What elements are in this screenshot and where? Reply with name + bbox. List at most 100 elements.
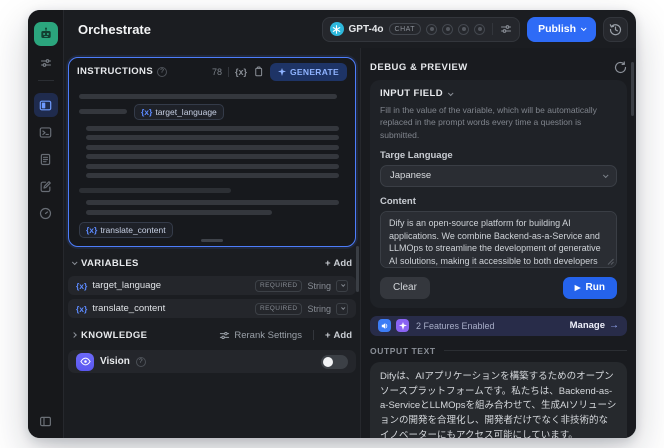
run-label: Run <box>585 282 605 294</box>
nav-monitoring-icon[interactable] <box>34 201 58 225</box>
add-label: Add <box>333 257 352 269</box>
vision-feature-row: Vision ? <box>68 350 356 373</box>
redacted-text-line <box>86 173 339 178</box>
prompt-editor[interactable]: {x} target_language {x} translate_conten… <box>69 85 355 246</box>
vision-eye-icon <box>76 352 94 371</box>
redacted-text-line <box>79 109 127 114</box>
variable-icon: {x} <box>86 224 98 235</box>
required-badge: REQUIRED <box>254 302 303 315</box>
variable-row-translate-content[interactable]: {x} translate_content REQUIRED String <box>68 299 356 318</box>
collapse-sidebar-icon[interactable] <box>39 415 52 428</box>
debug-preview-title: DEBUG & PREVIEW <box>370 61 468 73</box>
redacted-text-line <box>86 144 339 150</box>
generate-button[interactable]: GENERATE <box>270 62 347 81</box>
model-capability-icon <box>474 23 486 35</box>
output-text-title: OUTPUT TEXT <box>370 345 436 356</box>
redacted-text-line <box>79 94 338 99</box>
help-icon[interactable]: ? <box>135 356 146 367</box>
model-selector[interactable]: GPT-4o CHAT <box>321 16 521 42</box>
app-window: Orchestrate GPT-4o CHAT Publish INSTRUCT… <box>28 10 636 438</box>
output-card: Difyは、AIアプリケーションを構築するためのオープンソースプラットフォームで… <box>370 361 627 438</box>
publish-button[interactable]: Publish <box>527 16 596 42</box>
input-field-header[interactable]: INPUT FIELD <box>380 88 617 99</box>
features-enabled-text: 2 Features Enabled <box>416 320 495 331</box>
divider <box>443 350 627 352</box>
variable-chip-translate-content[interactable]: {x} translate_content <box>79 221 173 238</box>
rail-divider <box>37 80 54 81</box>
main-area: Orchestrate GPT-4o CHAT Publish INSTRUCT… <box>64 10 636 438</box>
redacted-text-line <box>86 209 273 215</box>
text-to-speech-feature-icon <box>378 319 391 333</box>
chevron-down-icon <box>580 25 587 32</box>
publish-label: Publish <box>538 23 576 35</box>
insert-variable-icon[interactable]: {x} <box>235 67 247 77</box>
field-label-content: Content <box>380 195 416 207</box>
vision-label: Vision <box>100 356 130 367</box>
manage-features-button[interactable]: Manage → <box>570 320 619 331</box>
variable-chip-label: translate_content <box>100 224 166 235</box>
model-name: GPT-4o <box>348 23 384 35</box>
model-capability-icon <box>442 23 454 35</box>
model-capability-icon <box>458 23 470 35</box>
help-icon[interactable]: ? <box>157 66 168 77</box>
play-icon: ▶ <box>574 283 581 293</box>
clear-button[interactable]: Clear <box>380 276 430 299</box>
debug-preview-column: DEBUG & PREVIEW INPUT FIELD Fill in the … <box>360 48 636 438</box>
features-bar: 2 Features Enabled Manage → <box>370 315 627 336</box>
manage-label: Manage <box>569 320 605 332</box>
version-history-button[interactable] <box>603 16 628 42</box>
target-language-select[interactable]: Japanese <box>380 164 617 187</box>
model-params-icon[interactable] <box>500 23 512 35</box>
add-variable-button[interactable]: + Add <box>325 258 352 269</box>
app-settings-icon[interactable] <box>40 57 52 69</box>
scrollbar-thumb[interactable] <box>356 246 359 292</box>
variable-type: String <box>307 303 331 314</box>
variable-chip-target-language[interactable]: {x} target_language <box>134 103 224 120</box>
redacted-text-line <box>86 154 339 159</box>
nav-orchestrate-icon[interactable] <box>33 93 58 117</box>
nav-annotations-icon[interactable] <box>34 174 58 198</box>
variables-title: VARIABLES <box>81 257 139 269</box>
generate-label: GENERATE <box>290 66 339 77</box>
redacted-text-line <box>86 125 339 131</box>
rerank-settings-button[interactable]: Rerank Settings <box>219 330 302 341</box>
variable-icon: {x} <box>76 303 88 314</box>
char-count: 78 <box>211 66 222 77</box>
instructions-panel: INSTRUCTIONS ? 78 {x} GENERATE {x} targe… <box>68 57 356 247</box>
chevron-down-icon <box>602 172 609 179</box>
panel-resize-handle[interactable] <box>201 239 223 242</box>
variable-type-dropdown[interactable] <box>336 279 348 292</box>
variable-chip-label: target_language <box>155 106 217 117</box>
variables-section: VARIABLES + Add {x} target_language REQU… <box>68 250 356 318</box>
variable-name: translate_content <box>92 303 166 314</box>
run-button[interactable]: ▶ Run <box>562 276 617 299</box>
vision-toggle[interactable] <box>321 354 348 369</box>
required-badge: REQUIRED <box>254 279 303 292</box>
restart-icon[interactable] <box>614 60 627 74</box>
field-label-target-language: Targe Language <box>380 149 453 161</box>
variable-type-dropdown[interactable] <box>336 302 348 315</box>
copy-prompt-icon[interactable] <box>253 66 264 77</box>
rerank-label: Rerank Settings <box>234 329 302 341</box>
knowledge-title: KNOWLEDGE <box>81 329 148 341</box>
knowledge-section: KNOWLEDGE Rerank Settings + Add <box>68 322 356 348</box>
plus-icon: + <box>324 329 331 341</box>
resize-corner-icon[interactable] <box>607 258 614 265</box>
clear-label: Clear <box>393 282 417 294</box>
page-title: Orchestrate <box>78 21 151 37</box>
app-avatar-robot-icon[interactable] <box>33 22 58 46</box>
redacted-text-line <box>86 163 339 169</box>
content-textarea[interactable]: Dify is an open-source platform for buil… <box>380 210 617 268</box>
chevron-right-icon[interactable] <box>71 332 77 338</box>
add-label: Add <box>333 329 352 341</box>
chevron-down-icon[interactable] <box>71 259 78 266</box>
nav-api-access-icon[interactable] <box>34 120 58 144</box>
nav-logs-icon[interactable] <box>34 147 58 171</box>
variable-row-target-language[interactable]: {x} target_language REQUIRED String <box>68 276 356 295</box>
model-provider-icon <box>329 22 344 36</box>
add-knowledge-button[interactable]: + Add <box>325 330 352 341</box>
divider <box>492 23 494 35</box>
plus-icon: + <box>324 257 331 269</box>
model-mode-badge: CHAT <box>388 23 422 35</box>
scrollbar-thumb[interactable] <box>631 62 634 116</box>
